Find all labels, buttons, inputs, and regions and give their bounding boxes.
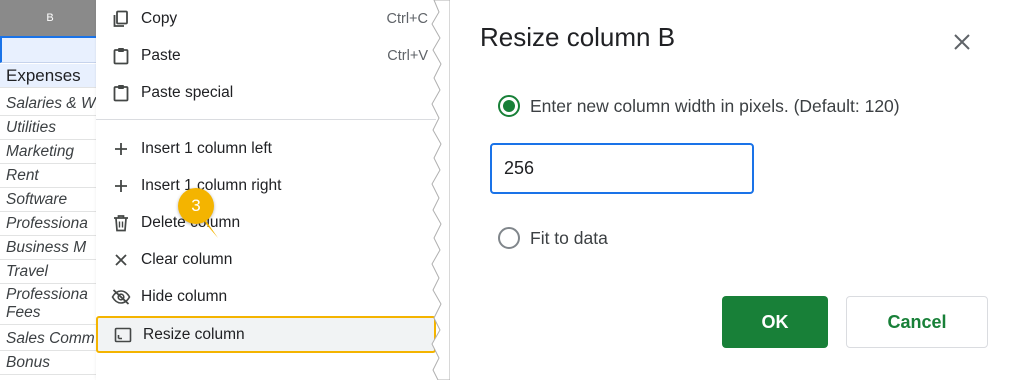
menu-item-label: Copy (141, 9, 178, 27)
menu-item-insert-column-right[interactable]: Insert 1 column right (96, 167, 436, 204)
context-menu: Copy Ctrl+C Paste Ctrl+V Paste special I… (96, 0, 441, 380)
menu-item-label: Hide column (141, 287, 228, 305)
menu-item-shortcut: Ctrl+V (387, 47, 428, 64)
close-dialog-button[interactable] (948, 28, 976, 56)
menu-item-delete-column[interactable]: Delete column (96, 204, 436, 241)
dialog-title: Resize column B (480, 22, 676, 52)
radio-selected[interactable] (498, 95, 520, 117)
eye-off-icon (110, 288, 132, 305)
close-icon (110, 253, 132, 267)
cell[interactable]: Marketing (0, 140, 100, 164)
menu-divider (96, 119, 436, 120)
option-pixel-width-label: Enter new column width in pixels. (Defau… (530, 95, 900, 116)
cell[interactable]: Professiona Fees (0, 285, 100, 325)
copy-icon (110, 10, 132, 28)
option-fit-to-data[interactable]: Fit to data (498, 227, 608, 249)
menu-item-paste[interactable]: Paste Ctrl+V (96, 37, 436, 74)
paste-icon (110, 47, 132, 65)
menu-item-label: Resize column (143, 325, 245, 343)
cell[interactable]: Software (0, 188, 100, 212)
radio-unselected[interactable] (498, 227, 520, 249)
menu-item-label: Insert 1 column left (141, 139, 272, 157)
option-pixel-width[interactable]: Enter new column width in pixels. (Defau… (498, 95, 900, 117)
menu-item-resize-column[interactable]: Resize column (96, 316, 436, 353)
menu-item-label: Clear column (141, 250, 233, 268)
plus-icon (110, 142, 132, 156)
column-width-input[interactable] (490, 143, 754, 194)
cell[interactable]: Salaries & W (0, 92, 100, 116)
close-icon (954, 34, 970, 50)
ok-button[interactable]: OK (722, 296, 828, 348)
menu-item-label: Insert 1 column right (141, 176, 282, 194)
plus-icon (110, 179, 132, 193)
cell[interactable]: Bonus (0, 351, 100, 375)
column-letter: B (46, 12, 54, 24)
callout-pointer-icon (200, 212, 218, 238)
selected-cell[interactable] (0, 38, 100, 63)
resize-column-dialog: Resize column B Enter new column width i… (450, 0, 1024, 380)
spreadsheet-column: B Expenses Salaries & W Utilities Market… (0, 0, 100, 380)
cell[interactable]: Rent (0, 164, 100, 188)
option-fit-to-data-label: Fit to data (530, 227, 608, 248)
menu-item-insert-column-left[interactable]: Insert 1 column left (96, 130, 436, 167)
menu-item-hide-column[interactable]: Hide column (96, 278, 436, 315)
paste-special-icon (110, 84, 132, 102)
cell[interactable]: Professiona (0, 212, 100, 236)
cell[interactable]: Business M (0, 236, 100, 260)
resize-icon (112, 327, 134, 343)
menu-item-shortcut: Ctrl+C (386, 10, 429, 27)
cell[interactable]: Utilities (0, 116, 100, 140)
cell[interactable]: Travel (0, 260, 100, 284)
torn-edge-divider (431, 0, 450, 380)
menu-item-copy[interactable]: Copy Ctrl+C (96, 0, 436, 37)
menu-item-clear-column[interactable]: Clear column (96, 241, 436, 278)
trash-icon (110, 214, 132, 232)
menu-item-paste-special[interactable]: Paste special (96, 74, 436, 111)
menu-item-label: Paste (141, 46, 181, 64)
cell[interactable]: Sales Comm (0, 327, 100, 351)
cell-expenses-header[interactable]: Expenses (0, 64, 100, 88)
menu-item-label: Paste special (141, 83, 234, 101)
column-header-b[interactable]: B (0, 0, 100, 38)
cancel-button[interactable]: Cancel (846, 296, 988, 348)
